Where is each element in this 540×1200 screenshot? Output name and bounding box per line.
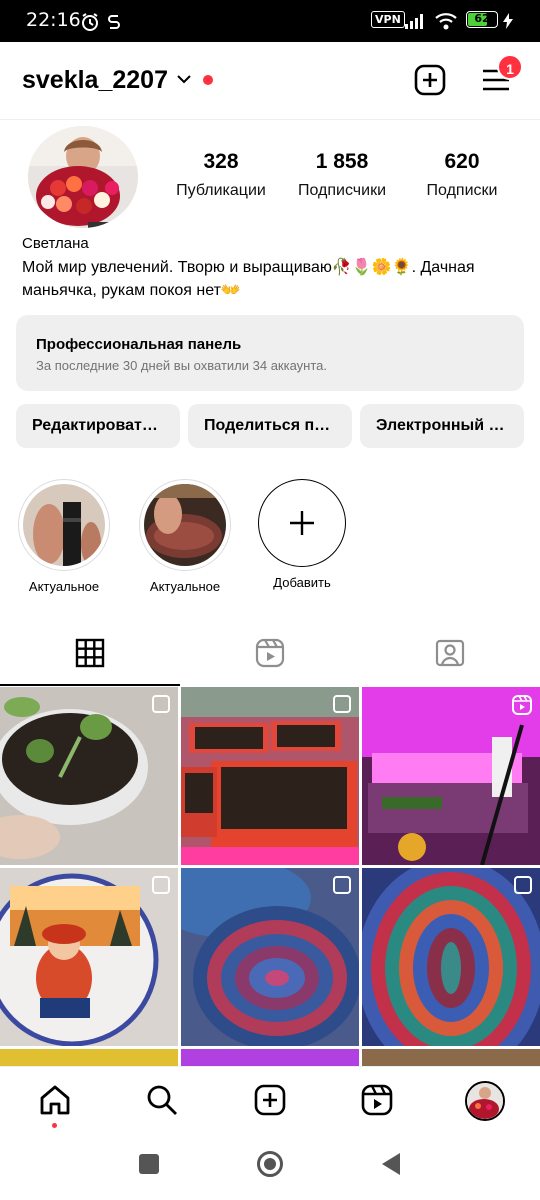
story-highlight[interactable]: Актуальное xyxy=(16,479,112,594)
menu-badge: 1 xyxy=(497,54,523,80)
top-bar: svekla_2207 1 xyxy=(0,42,540,120)
add-highlight-button[interactable]: Добавить xyxy=(254,479,350,590)
tab-tagged[interactable] xyxy=(360,630,540,686)
tab-posts-grid[interactable] xyxy=(0,630,180,686)
profile-username[interactable]: svekla_2207 xyxy=(22,66,168,95)
posts-count[interactable]: 328 Публикации xyxy=(156,150,286,200)
post-thumbnail[interactable] xyxy=(0,687,178,865)
highlight-ring xyxy=(18,479,110,571)
bottom-navigation xyxy=(0,1066,540,1139)
multi-photo-icon xyxy=(333,876,351,894)
back-icon[interactable] xyxy=(380,1152,402,1176)
multi-photo-icon xyxy=(333,695,351,713)
profile-avatar[interactable] xyxy=(28,126,138,228)
chevron-down-icon[interactable] xyxy=(176,72,192,86)
highlight-label: Актуальное xyxy=(28,579,100,594)
alarm-icon xyxy=(82,13,98,31)
sync-icon xyxy=(108,15,120,29)
cellular-signal-icon xyxy=(405,14,423,29)
posts-grid xyxy=(0,687,540,1075)
highlight-cover xyxy=(144,484,226,566)
avatar-photo xyxy=(28,126,138,228)
post-thumbnail[interactable] xyxy=(0,868,178,1046)
highlight-label: Добавить xyxy=(273,575,331,590)
highlight-ring xyxy=(139,479,231,571)
new-post-icon[interactable] xyxy=(414,64,446,96)
followers-count[interactable]: 1 858 Подписчики xyxy=(277,150,407,200)
pro-panel-title: Профессиональная панель xyxy=(36,336,242,353)
story-highlight[interactable]: Актуальное xyxy=(137,479,233,594)
post-thumbnail[interactable] xyxy=(362,868,540,1046)
stat-value: 328 xyxy=(203,150,239,173)
system-navigation-bar xyxy=(0,1138,540,1200)
profile-avatar-image xyxy=(467,1083,503,1119)
create-icon[interactable] xyxy=(253,1083,287,1117)
search-icon[interactable] xyxy=(145,1083,179,1117)
reels-icon xyxy=(255,638,285,668)
profile-avatar[interactable] xyxy=(465,1081,505,1121)
following-count[interactable]: 620 Подписки xyxy=(397,150,527,200)
tab-reels[interactable] xyxy=(180,630,360,686)
header-divider xyxy=(0,119,540,120)
notification-dot xyxy=(203,75,213,85)
battery-indicator: 62 xyxy=(466,11,498,28)
profile-screen: svekla_2207 1 328 Публикации 1 858 Подпи… xyxy=(0,42,540,1200)
profile-bio: Мой мир увлечений. Творю и выращиваю🥀🌷🌼🌻… xyxy=(22,259,475,299)
vpn-indicator: VPN xyxy=(371,11,405,28)
multi-photo-icon xyxy=(514,876,532,894)
reels-icon[interactable] xyxy=(360,1083,394,1117)
stat-value: 620 xyxy=(444,150,480,173)
battery-level: 62 xyxy=(474,12,490,25)
profile-tabs xyxy=(0,630,540,686)
status-time: 22:16 xyxy=(26,9,81,31)
stat-label: Подписки xyxy=(426,182,498,199)
grid-icon xyxy=(75,638,105,668)
stat-label: Публикации xyxy=(176,182,266,199)
plus-icon xyxy=(290,511,314,535)
stat-value: 1 858 xyxy=(315,150,369,173)
status-bar: 22:16 VPN 62 xyxy=(0,0,540,42)
home-icon[interactable] xyxy=(38,1083,72,1117)
edit-profile-button[interactable]: Редактироват… xyxy=(16,404,180,448)
multi-photo-icon xyxy=(152,876,170,894)
stat-label: Подписчики xyxy=(297,182,386,199)
tagged-icon xyxy=(435,639,465,667)
post-thumbnail[interactable] xyxy=(181,687,359,865)
post-thumbnail[interactable] xyxy=(362,687,540,865)
highlight-cover xyxy=(23,484,105,566)
charging-icon xyxy=(503,13,513,29)
share-profile-button[interactable]: Поделиться п… xyxy=(188,404,352,448)
add-highlight-ring xyxy=(258,479,346,567)
recent-apps-icon[interactable] xyxy=(138,1153,160,1175)
active-tab-indicator xyxy=(0,684,180,686)
email-button[interactable]: Электронный … xyxy=(360,404,524,448)
post-thumbnail[interactable] xyxy=(181,868,359,1046)
pro-panel-subtitle: За последние 30 дней вы охватили 34 акка… xyxy=(36,358,328,373)
home-notification-dot xyxy=(52,1123,57,1128)
profile-name: Светлана xyxy=(22,235,89,252)
reel-indicator-icon xyxy=(512,695,532,715)
professional-dashboard-card[interactable]: Профессиональная панель За последние 30 … xyxy=(16,315,524,391)
home-button-icon[interactable] xyxy=(256,1150,284,1178)
wifi-icon xyxy=(435,13,457,30)
multi-photo-icon xyxy=(152,695,170,713)
highlight-label: Актуальное xyxy=(149,579,221,594)
